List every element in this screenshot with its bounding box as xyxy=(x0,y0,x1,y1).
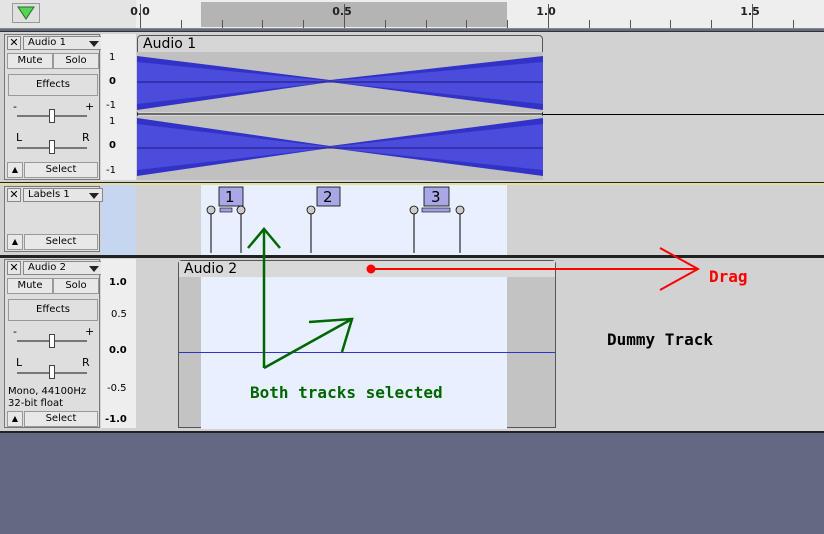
ruler-tick xyxy=(222,20,223,28)
label-track-controls: ✕ Labels 1 ▲ Select xyxy=(4,186,103,252)
ruler-tick xyxy=(548,4,549,28)
gain-minus-label: - xyxy=(13,100,17,113)
channel-divider xyxy=(543,114,824,115)
track-1-waveform xyxy=(137,52,543,180)
close-label-track-icon[interactable]: ✕ xyxy=(7,188,21,202)
label-3-text[interactable]: 3 xyxy=(431,188,441,206)
label-track-header: ✕ Labels 1 xyxy=(7,188,103,202)
track-1-controls: ✕ Audio 1 Mute Solo Effects - + L R ▲ Se… xyxy=(4,34,103,180)
track-1-name-menu[interactable]: Audio 1 xyxy=(23,36,103,50)
scale-label: 0 xyxy=(109,76,116,87)
both-tracks-selected-annotation: Both tracks selected xyxy=(250,383,443,402)
scale-label: -0.5 xyxy=(107,383,127,394)
track-2-controls: ✕ Audio 2 Mute Solo Effects - + L R Mono… xyxy=(4,259,103,428)
label-1-text[interactable]: 1 xyxy=(225,188,235,206)
pan-right-label: R xyxy=(82,131,90,144)
track-2-bit-depth: 32-bit float xyxy=(8,398,64,409)
ruler-tick xyxy=(589,20,590,28)
ruler-tick-label: 1.0 xyxy=(536,5,556,18)
track-2-format: Mono, 44100Hz xyxy=(8,386,87,397)
gain-minus-label: - xyxy=(13,325,17,338)
ruler-tick xyxy=(385,20,386,28)
close-track-2-icon[interactable]: ✕ xyxy=(7,261,21,275)
chevron-down-icon xyxy=(89,193,99,199)
track-2-gain-thumb[interactable] xyxy=(49,334,55,348)
track-1-effects-button[interactable]: Effects xyxy=(8,74,98,96)
gain-plus-label: + xyxy=(85,325,95,338)
track-2-name-menu[interactable]: Audio 2 xyxy=(23,261,103,275)
collapse-track-2-icon[interactable]: ▲ xyxy=(7,411,23,427)
collapse-track-1-icon[interactable]: ▲ xyxy=(7,162,23,178)
ruler-selection xyxy=(201,2,507,27)
track-2-solo-button[interactable]: Solo xyxy=(53,278,99,294)
label-track-ruler xyxy=(101,185,136,255)
ruler-tick xyxy=(466,20,467,28)
track-2-clip-name: Audio 2 xyxy=(184,261,238,277)
track-2-pan-thumb[interactable] xyxy=(49,365,55,379)
track-2-zero-line xyxy=(179,352,555,353)
scale-label: 1.0 xyxy=(109,277,127,288)
pan-left-label: L xyxy=(16,131,23,144)
track-1-clip-name: Audio 1 xyxy=(143,36,197,52)
track-1-select-button[interactable]: Select xyxy=(24,162,98,178)
timeline-ruler[interactable]: 0.0 0.5 1.0 1.5 xyxy=(0,0,824,29)
pan-right-label: R xyxy=(82,356,90,369)
ruler-tick xyxy=(426,20,427,28)
track-2-clip[interactable]: Audio 2 xyxy=(178,260,556,429)
ruler-tick xyxy=(670,20,671,28)
ruler-tick xyxy=(303,20,304,28)
gain-plus-label: + xyxy=(85,100,95,113)
ruler-tick xyxy=(752,4,753,28)
scale-label: -1 xyxy=(106,100,116,111)
track-2-name: Audio 2 xyxy=(28,262,66,273)
ruler-tick xyxy=(262,20,263,28)
scale-label: -1 xyxy=(106,165,116,176)
pan-left-label: L xyxy=(16,356,23,369)
track-1-mute-button[interactable]: Mute xyxy=(7,53,53,69)
ruler-tick xyxy=(344,4,345,28)
track-1-header: ✕ Audio 1 xyxy=(7,36,103,50)
track-2-select-button[interactable]: Select xyxy=(24,411,98,427)
ruler-tick xyxy=(140,4,141,28)
play-head-icon[interactable] xyxy=(12,3,40,23)
drag-annotation: Drag xyxy=(709,267,748,286)
chevron-down-icon xyxy=(89,266,99,272)
ruler-tick xyxy=(507,20,508,28)
track-1-vertical-ruler: 1 0 -1 1 0 -1 xyxy=(101,34,136,180)
track-1-pan-thumb[interactable] xyxy=(49,140,55,154)
track-2-selection xyxy=(201,277,507,429)
track-2-header: ✕ Audio 2 xyxy=(7,261,103,275)
ruler-tick xyxy=(630,20,631,28)
track-1-name: Audio 1 xyxy=(28,37,66,48)
label-2-text[interactable]: 2 xyxy=(323,188,333,206)
scale-label: 1 xyxy=(109,116,116,127)
ruler-tick-label: 1.5 xyxy=(740,5,760,18)
dummy-track-label: Dummy Track xyxy=(607,330,713,349)
close-track-1-icon[interactable]: ✕ xyxy=(7,36,21,50)
scale-label: 1 xyxy=(109,52,116,63)
track-2-effects-button[interactable]: Effects xyxy=(8,299,98,321)
scale-label: -1.0 xyxy=(105,414,127,425)
scale-label: 0.0 xyxy=(109,345,127,356)
track-1-gain-thumb[interactable] xyxy=(49,109,55,123)
label-track-select-button[interactable]: Select xyxy=(24,234,98,250)
track-2-mute-button[interactable]: Mute xyxy=(7,278,53,294)
ruler-tick xyxy=(181,20,182,28)
chevron-down-icon xyxy=(89,41,99,47)
track-2-vertical-ruler: 1.0 0.5 0.0 -0.5 -1.0 xyxy=(101,259,136,428)
collapse-label-track-icon[interactable]: ▲ xyxy=(7,234,23,250)
ruler-tick xyxy=(711,20,712,28)
track-1-solo-button[interactable]: Solo xyxy=(53,53,99,69)
scale-label: 0.5 xyxy=(111,309,127,320)
label-track-name-menu[interactable]: Labels 1 xyxy=(23,188,103,202)
ruler-tick xyxy=(793,20,794,28)
label-track-name: Labels 1 xyxy=(28,189,70,200)
scale-label: 0 xyxy=(109,140,116,151)
ruler-tick-label: 0.5 xyxy=(332,5,352,18)
